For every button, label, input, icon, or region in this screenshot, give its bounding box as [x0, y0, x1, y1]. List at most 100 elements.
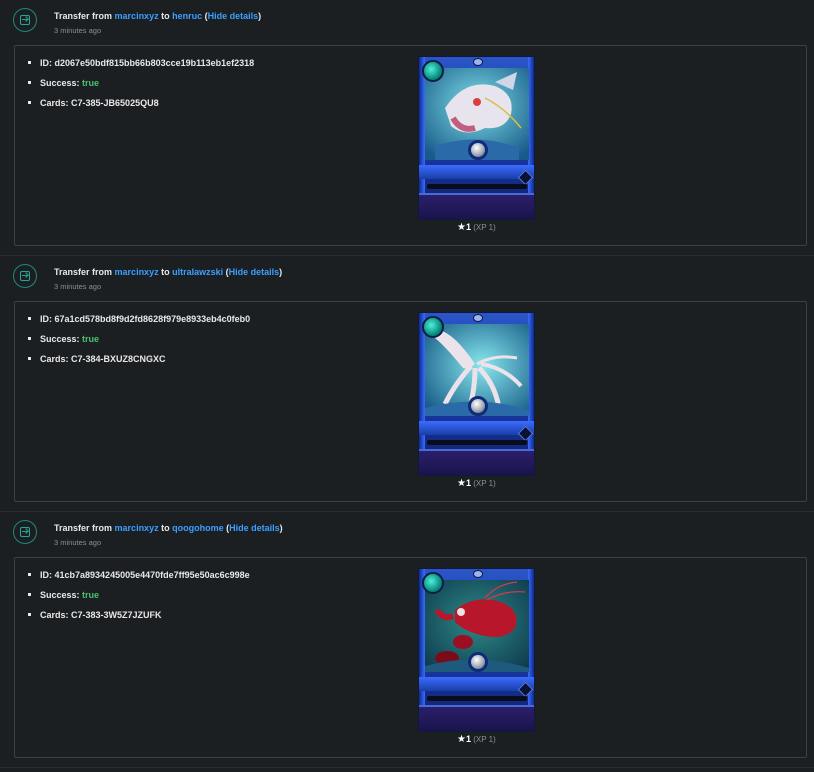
card-level: ★1 (XP 1) — [457, 734, 496, 745]
xp-value: (XP 1) — [473, 223, 496, 232]
success-label: Success: — [40, 334, 80, 344]
transfer-heading: Transfer from marcinxyz to qoogohome (Hi… — [54, 523, 283, 533]
cards-label: Cards: — [40, 98, 69, 108]
element-pearl — [468, 396, 488, 416]
card-name-bar — [427, 696, 527, 701]
bullet — [28, 61, 31, 65]
success-label: Success: — [40, 78, 80, 88]
cards-value: C7-383-3W5Z7JZUFK — [71, 610, 162, 620]
timestamp: 3 minutes ago — [54, 538, 102, 547]
transfer-entry: Transfer from marcinxyz to qoogohome (Hi… — [0, 512, 814, 768]
element-pearl — [468, 140, 488, 160]
detail-success: Success: true — [28, 77, 254, 97]
transfer-in-icon — [13, 520, 37, 544]
success-label: Success: — [40, 590, 80, 600]
card-base — [419, 193, 534, 219]
cards-value: C7-384-BXUZ8CNGXC — [71, 354, 166, 364]
sender-link[interactable]: marcinxyz — [115, 267, 159, 277]
card-image[interactable] — [418, 568, 535, 732]
level-value: 1 — [465, 734, 471, 744]
bullet — [28, 101, 31, 105]
hide-details-link[interactable]: Hide details — [208, 11, 259, 21]
bullet — [28, 357, 31, 361]
bullet — [28, 337, 31, 341]
element-pearl — [468, 652, 488, 672]
xp-value: (XP 1) — [473, 735, 496, 744]
id-value: d2067e50bdf815bb66b803cce19b113eb1ef2318 — [54, 58, 255, 68]
id-label: ID: — [40, 58, 52, 68]
transfer-in-icon — [13, 8, 37, 32]
recipient-link[interactable]: henruc — [172, 11, 202, 21]
detail-id: ID: 41cb7a8934245005e4470fde7ff95e50ac6c… — [28, 569, 250, 589]
paren-close: ) — [279, 267, 283, 277]
sender-link[interactable]: marcinxyz — [115, 11, 159, 21]
paren-close: ) — [258, 11, 262, 21]
heading-to: to — [161, 523, 170, 533]
transfer-entry: Transfer from marcinxyz to ultralawzski … — [0, 256, 814, 512]
level-value: 1 — [465, 478, 471, 488]
cards-label: Cards: — [40, 610, 69, 620]
recipient-link[interactable]: qoogohome — [172, 523, 224, 533]
details-list: ID: 67a1cd578bd8f9d2fd8628f979e8933eb4c0… — [28, 313, 250, 373]
sender-link[interactable]: marcinxyz — [115, 523, 159, 533]
heading-to: to — [161, 11, 170, 21]
bullet — [28, 317, 31, 321]
id-label: ID: — [40, 314, 52, 324]
detail-success: Success: true — [28, 333, 250, 353]
card-image[interactable] — [418, 312, 535, 476]
id-value: 41cb7a8934245005e4470fde7ff95e50ac6c998e — [54, 570, 250, 580]
transfer-heading: Transfer from marcinxyz to ultralawzski … — [54, 267, 282, 277]
timestamp: 3 minutes ago — [54, 26, 102, 35]
cards-value: C7-385-JB65025QU8 — [71, 98, 159, 108]
hide-details-link[interactable]: Hide details — [229, 267, 280, 277]
success-value: true — [82, 78, 100, 88]
mana-gem — [422, 316, 444, 338]
id-value: 67a1cd578bd8f9d2fd8628f979e8933eb4c0feb0 — [54, 314, 251, 324]
transfer-in-icon — [13, 264, 37, 288]
bullet — [28, 573, 31, 577]
detail-id: ID: d2067e50bdf815bb66b803cce19b113eb1ef… — [28, 57, 254, 77]
transfer-feed: Transfer from marcinxyz to henruc (Hide … — [0, 0, 814, 768]
mana-gem — [422, 60, 444, 82]
details-panel: ID: d2067e50bdf815bb66b803cce19b113eb1ef… — [14, 45, 807, 246]
recipient-link[interactable]: ultralawzski — [172, 267, 223, 277]
success-value: true — [82, 590, 100, 600]
timestamp: 3 minutes ago — [54, 282, 102, 291]
rarity-gem — [473, 58, 483, 66]
card-name-bar — [427, 184, 527, 189]
details-list: ID: d2067e50bdf815bb66b803cce19b113eb1ef… — [28, 57, 254, 117]
details-panel: ID: 67a1cd578bd8f9d2fd8628f979e8933eb4c0… — [14, 301, 807, 502]
card-name-bar — [427, 440, 527, 445]
star-icon: ★ — [457, 478, 466, 489]
detail-cards: Cards: C7-383-3W5Z7JZUFK — [28, 609, 250, 629]
details-panel: ID: 41cb7a8934245005e4470fde7ff95e50ac6c… — [14, 557, 807, 758]
heading-to: to — [161, 267, 170, 277]
card-level: ★1 (XP 1) — [457, 478, 496, 489]
bullet — [28, 593, 31, 597]
detail-cards: Cards: C7-384-BXUZ8CNGXC — [28, 353, 250, 373]
paren-close: ) — [279, 523, 283, 533]
heading-prefix: Transfer from — [54, 11, 113, 21]
bullet — [28, 613, 31, 617]
level-value: 1 — [465, 222, 471, 232]
details-list: ID: 41cb7a8934245005e4470fde7ff95e50ac6c… — [28, 569, 250, 629]
card-base — [419, 449, 534, 475]
heading-prefix: Transfer from — [54, 523, 113, 533]
hide-details-link[interactable]: Hide details — [229, 523, 280, 533]
star-icon: ★ — [457, 222, 466, 233]
bullet — [28, 81, 31, 85]
xp-value: (XP 1) — [473, 479, 496, 488]
cards-label: Cards: — [40, 354, 69, 364]
heading-prefix: Transfer from — [54, 267, 113, 277]
mana-gem — [422, 572, 444, 594]
card-level: ★1 (XP 1) — [457, 222, 496, 233]
detail-cards: Cards: C7-385-JB65025QU8 — [28, 97, 254, 117]
transfer-heading: Transfer from marcinxyz to henruc (Hide … — [54, 11, 261, 21]
detail-id: ID: 67a1cd578bd8f9d2fd8628f979e8933eb4c0… — [28, 313, 250, 333]
card-base — [419, 705, 534, 731]
star-icon: ★ — [457, 734, 466, 745]
detail-success: Success: true — [28, 589, 250, 609]
transfer-entry: Transfer from marcinxyz to henruc (Hide … — [0, 0, 814, 256]
card-image[interactable] — [418, 56, 535, 220]
rarity-gem — [473, 570, 483, 578]
